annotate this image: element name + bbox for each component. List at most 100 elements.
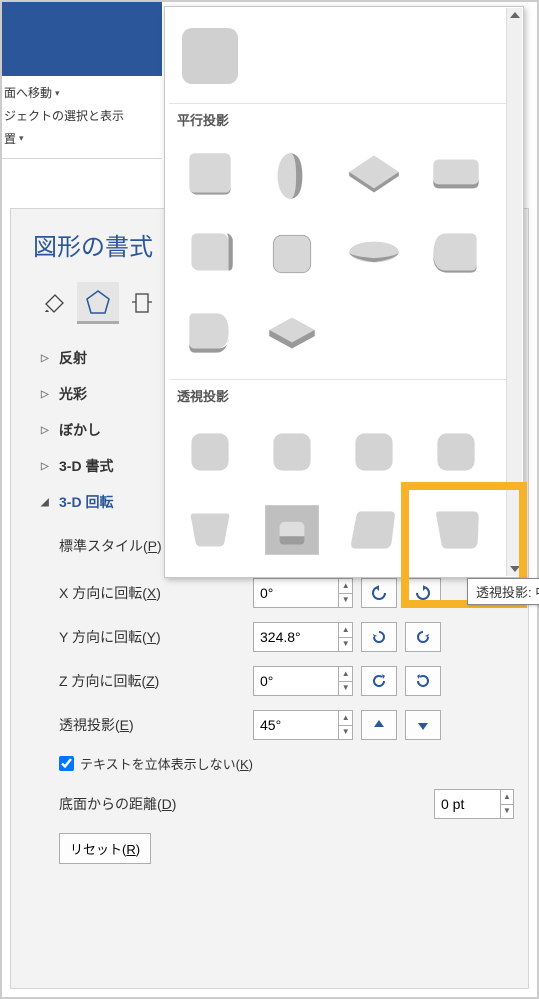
preset-perspective-8[interactable] bbox=[419, 493, 493, 567]
ribbon-blue-strip bbox=[2, 2, 162, 76]
x-rotation-label: X 方向に回転(X) bbox=[59, 583, 249, 603]
rotate-left-icon bbox=[370, 584, 388, 602]
preset-parallel-8[interactable] bbox=[419, 217, 493, 291]
ribbon-selection-label: ジェクトの選択と表示 bbox=[4, 105, 124, 128]
size-icon bbox=[129, 290, 155, 316]
y-rotate-right-button[interactable] bbox=[405, 622, 441, 652]
ribbon-move-dropdown[interactable]: 面へ移動 ▾ bbox=[4, 82, 160, 105]
preset-parallel-1[interactable] bbox=[173, 139, 247, 213]
y-rotation-input[interactable]: ▲▼ bbox=[253, 622, 353, 652]
parallel-presets bbox=[169, 133, 519, 375]
shape-icon bbox=[261, 501, 323, 559]
y-rotation-label: Y 方向に回転(Y) bbox=[59, 627, 249, 647]
shape-icon bbox=[425, 423, 487, 481]
distance-field[interactable] bbox=[435, 790, 500, 818]
shape-icon bbox=[343, 423, 405, 481]
x-rotation-input[interactable]: ▲▼ bbox=[253, 578, 353, 608]
rotate-left-icon bbox=[370, 628, 388, 646]
shape-icon bbox=[425, 501, 487, 559]
x-rotate-right-button[interactable] bbox=[405, 578, 441, 608]
preset-perspective-6[interactable] bbox=[255, 493, 329, 567]
perspective-field[interactable] bbox=[254, 711, 338, 739]
preset-parallel-10[interactable] bbox=[255, 295, 329, 369]
preset-perspective-7[interactable] bbox=[337, 493, 411, 567]
z-rotation-spinner[interactable]: ▲▼ bbox=[338, 667, 352, 695]
x-rotation-field[interactable] bbox=[254, 579, 338, 607]
y-rotation-spinner[interactable]: ▲▼ bbox=[338, 623, 352, 651]
preset-perspective-3[interactable] bbox=[337, 415, 411, 489]
distance-spinner[interactable]: ▲▼ bbox=[500, 790, 513, 818]
preset-parallel-9[interactable] bbox=[173, 295, 247, 369]
y-rotate-left-button[interactable] bbox=[361, 622, 397, 652]
reset-button[interactable]: リセット(R) bbox=[59, 833, 151, 864]
chevron-down-icon: ▾ bbox=[55, 85, 60, 102]
section-glow-label: 光彩 bbox=[59, 384, 87, 404]
shape-icon bbox=[179, 423, 241, 481]
preset-parallel-4[interactable] bbox=[419, 139, 493, 213]
tab-fill-line[interactable] bbox=[33, 282, 75, 324]
x-rotation-spinner[interactable]: ▲▼ bbox=[338, 579, 352, 607]
perspective-down-button[interactable] bbox=[405, 710, 441, 740]
perspective-spinner[interactable]: ▲▼ bbox=[338, 711, 352, 739]
z-rotation-input[interactable]: ▲▼ bbox=[253, 666, 353, 696]
shape-icon bbox=[343, 501, 405, 559]
perspective-presets bbox=[169, 409, 519, 573]
preset-perspective-4[interactable] bbox=[419, 415, 493, 489]
shape-icon bbox=[261, 147, 323, 205]
keep-text-flat-checkbox[interactable] bbox=[59, 756, 74, 771]
preset-parallel-2[interactable] bbox=[255, 139, 329, 213]
y-rotation-field[interactable] bbox=[254, 623, 338, 651]
shape-icon bbox=[261, 225, 323, 283]
ribbon-position-dropdown[interactable]: 置 ▾ bbox=[4, 128, 160, 151]
z-rotate-cw-button[interactable] bbox=[405, 666, 441, 696]
keep-text-flat-row[interactable]: テキストを立体表示しない(K) bbox=[59, 754, 514, 773]
tab-effects[interactable] bbox=[77, 282, 119, 324]
triangle-right-icon: ▷ bbox=[41, 425, 51, 436]
distance-input[interactable]: ▲▼ bbox=[434, 789, 514, 819]
arrow-up-icon bbox=[371, 717, 387, 733]
shape-icon bbox=[343, 225, 405, 283]
shape-icon bbox=[343, 147, 405, 205]
preset-parallel-3[interactable] bbox=[337, 139, 411, 213]
preset-perspective-5[interactable] bbox=[173, 493, 247, 567]
gallery-scrollbar[interactable] bbox=[506, 8, 522, 576]
rotation-controls: 標準スタイル(P) X 方向に回転(X) ▲▼ Y 方向に回転(Y) bbox=[33, 528, 514, 864]
perspective-input[interactable]: ▲▼ bbox=[253, 710, 353, 740]
rotate-cw-icon bbox=[414, 672, 432, 690]
preset-no-rotation[interactable] bbox=[173, 19, 247, 93]
section-reflection-label: 反射 bbox=[59, 348, 87, 368]
parallel-header: 平行投影 bbox=[169, 103, 519, 133]
shape-icon bbox=[425, 225, 487, 283]
ribbon-selection-button[interactable]: ジェクトの選択と表示 bbox=[4, 105, 160, 128]
perspective-up-button[interactable] bbox=[361, 710, 397, 740]
arrow-down-icon bbox=[415, 717, 431, 733]
section-3d-format-label: 3-D 書式 bbox=[59, 456, 113, 476]
perspective-label: 透視投影(E) bbox=[59, 715, 249, 735]
ribbon-secondary: 面へ移動 ▾ ジェクトの選択と表示 置 ▾ bbox=[2, 76, 162, 159]
z-rotate-ccw-button[interactable] bbox=[361, 666, 397, 696]
chevron-down-icon: ▾ bbox=[19, 130, 24, 147]
triangle-down-icon: ◢ bbox=[41, 497, 51, 508]
z-rotation-label: Z 方向に回転(Z) bbox=[59, 671, 249, 691]
shape-icon bbox=[179, 501, 241, 559]
tab-size-properties[interactable] bbox=[121, 282, 163, 324]
shape-icon bbox=[425, 147, 487, 205]
rotation-preset-gallery: 平行投影 透視投影 bbox=[164, 6, 524, 578]
shape-icon bbox=[179, 147, 241, 205]
preset-parallel-6[interactable] bbox=[255, 217, 329, 291]
preset-perspective-1[interactable] bbox=[173, 415, 247, 489]
shape-icon bbox=[261, 303, 323, 361]
tooltip: 透視投影: 中程度の傾斜 bbox=[467, 578, 539, 605]
section-3d-rotation-label: 3-D 回転 bbox=[59, 492, 113, 512]
ribbon-position-label: 置 bbox=[4, 128, 16, 151]
z-rotation-field[interactable] bbox=[254, 667, 338, 695]
distance-label: 底面からの距離(D) bbox=[59, 794, 299, 814]
no-rotation-icon bbox=[182, 28, 238, 84]
preset-perspective-2[interactable] bbox=[255, 415, 329, 489]
keep-text-flat-label: テキストを立体表示しない(K) bbox=[80, 754, 253, 773]
preset-parallel-7[interactable] bbox=[337, 217, 411, 291]
preset-parallel-5[interactable] bbox=[173, 217, 247, 291]
pentagon-icon bbox=[84, 288, 112, 316]
perspective-header: 透視投影 bbox=[169, 379, 519, 409]
x-rotate-left-button[interactable] bbox=[361, 578, 397, 608]
